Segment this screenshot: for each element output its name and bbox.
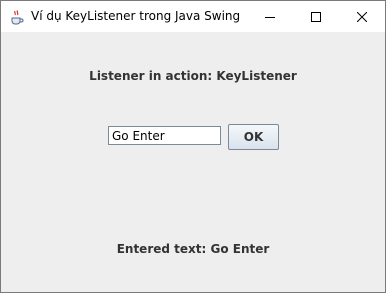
minimize-button[interactable] <box>247 1 293 32</box>
maximize-icon <box>311 11 321 22</box>
window-title: Ví dụ KeyListener trong Java Swing <box>31 9 241 23</box>
maximize-button[interactable] <box>293 1 339 32</box>
text-input[interactable] <box>108 126 221 145</box>
close-icon <box>357 11 367 22</box>
ok-button[interactable]: OK <box>228 124 279 150</box>
minimize-icon <box>265 12 275 22</box>
status-label: Entered text: Go Enter <box>116 242 270 256</box>
close-button[interactable] <box>339 1 385 32</box>
title-bar[interactable]: Ví dụ KeyListener trong Java Swing <box>1 1 385 32</box>
java-cup-icon <box>9 9 25 25</box>
heading-label: Listener in action: KeyListener <box>89 69 297 83</box>
content-pane: Listener in action: KeyListener OK Enter… <box>1 32 385 292</box>
app-window: Ví dụ KeyListener trong Java Swing Liste… <box>0 0 386 293</box>
